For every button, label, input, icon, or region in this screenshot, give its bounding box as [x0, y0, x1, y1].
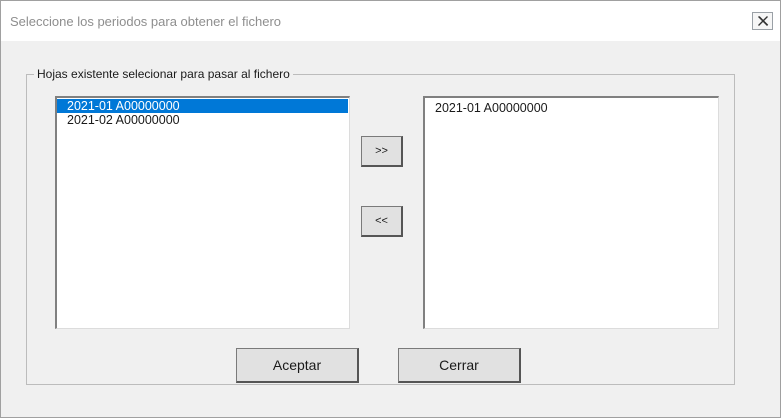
accept-button[interactable]: Aceptar — [236, 348, 359, 383]
selected-periods-list[interactable]: 2021-01 A00000000 — [423, 96, 719, 329]
groupbox-label: Hojas existente selecionar para pasar al… — [34, 67, 293, 81]
add-to-file-button[interactable]: >> — [361, 136, 403, 167]
close-dialog-button[interactable]: Cerrar — [398, 348, 521, 383]
remove-from-file-button[interactable]: << — [361, 206, 403, 237]
list-item[interactable]: 2021-01 A00000000 — [425, 101, 717, 115]
dialog-title: Seleccione los periodos para obtener el … — [10, 14, 282, 29]
list-item[interactable]: 2021-02 A00000000 — [57, 113, 348, 127]
close-button[interactable] — [752, 12, 773, 30]
close-icon — [758, 16, 769, 26]
available-periods-list[interactable]: 2021-01 A00000000 2021-02 A00000000 — [55, 96, 350, 329]
list-item[interactable]: 2021-01 A00000000 — [57, 99, 348, 113]
title-bar: Seleccione los periodos para obtener el … — [1, 1, 780, 41]
